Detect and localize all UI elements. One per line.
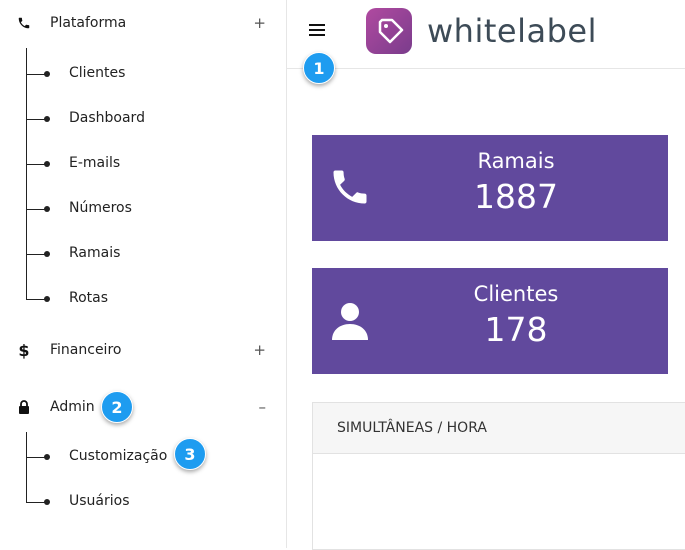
tree-node-dot bbox=[44, 296, 50, 302]
card-value: 1887 bbox=[474, 177, 558, 216]
expand-toggle[interactable]: + bbox=[253, 14, 266, 32]
sidebar-item-customizacao[interactable]: Customização bbox=[26, 447, 266, 467]
tree-node-dot bbox=[44, 71, 50, 77]
sidebar-item-label: Clientes bbox=[69, 65, 126, 81]
sidebar-item-label: Rotas bbox=[69, 290, 109, 306]
sidebar-item-label: Ramais bbox=[69, 245, 121, 261]
sidebar-item-ramais[interactable]: Ramais bbox=[26, 244, 266, 264]
sidebar-section-label: Financeiro bbox=[50, 342, 122, 358]
tree-node-dot bbox=[44, 499, 50, 505]
step-marker-1: 1 bbox=[303, 52, 335, 84]
sidebar-item-usuarios[interactable]: Usuários bbox=[26, 492, 266, 512]
panel-title: SIMULTÂNEAS / HORA bbox=[313, 403, 685, 454]
card-value: 178 bbox=[484, 310, 548, 349]
stat-card-ramais: Ramais 1887 bbox=[312, 135, 668, 241]
sidebar-section-label: Admin bbox=[50, 399, 95, 415]
expand-toggle[interactable]: + bbox=[253, 341, 266, 359]
sidebar-item-label: Dashboard bbox=[69, 110, 145, 126]
sidebar-item-dashboard[interactable]: Dashboard bbox=[26, 109, 266, 129]
sidebar-item-label: Customização bbox=[69, 448, 168, 464]
step-marker-3: 3 bbox=[174, 438, 206, 470]
tree-node-dot bbox=[44, 116, 50, 122]
sidebar-item-clientes[interactable]: Clientes bbox=[26, 64, 266, 84]
sidebar-item-rotas[interactable]: Rotas bbox=[26, 289, 266, 309]
hamburger-icon[interactable] bbox=[309, 24, 325, 38]
sidebar-item-emails[interactable]: E-mails bbox=[26, 154, 266, 174]
step-marker-2: 2 bbox=[101, 391, 133, 423]
sidebar-section-financeiro[interactable]: $ Financeiro + bbox=[0, 333, 286, 367]
sidebar-item-label: E-mails bbox=[69, 155, 121, 171]
sidebar-item-numeros[interactable]: Números bbox=[26, 199, 266, 219]
tree-node-dot bbox=[44, 161, 50, 167]
tag-logo-icon bbox=[366, 8, 412, 54]
tree-node-dot bbox=[44, 454, 50, 460]
chart-panel: SIMULTÂNEAS / HORA bbox=[312, 402, 685, 550]
sidebar-item-label: Números bbox=[69, 200, 132, 216]
card-title: Ramais bbox=[477, 149, 555, 173]
sidebar-item-label: Usuários bbox=[69, 493, 130, 509]
stat-card-clientes: Clientes 178 bbox=[312, 268, 668, 374]
phone-icon bbox=[17, 15, 31, 31]
tree-node-dot bbox=[44, 206, 50, 212]
dollar-icon: $ bbox=[18, 340, 30, 360]
sidebar-section-plataforma[interactable]: Plataforma + bbox=[0, 6, 286, 40]
sidebar-section-admin[interactable]: Admin – bbox=[0, 390, 286, 424]
sidebar: Plataforma + Clientes Dashboard E-mails … bbox=[0, 0, 287, 548]
card-title: Clientes bbox=[473, 282, 559, 306]
logo-text: whitelabel bbox=[427, 12, 597, 50]
tree-node-dot bbox=[44, 251, 50, 257]
lock-icon bbox=[17, 399, 31, 415]
sidebar-section-label: Plataforma bbox=[50, 15, 127, 31]
top-bar: whitelabel bbox=[287, 0, 685, 69]
collapse-toggle[interactable]: – bbox=[259, 398, 267, 416]
